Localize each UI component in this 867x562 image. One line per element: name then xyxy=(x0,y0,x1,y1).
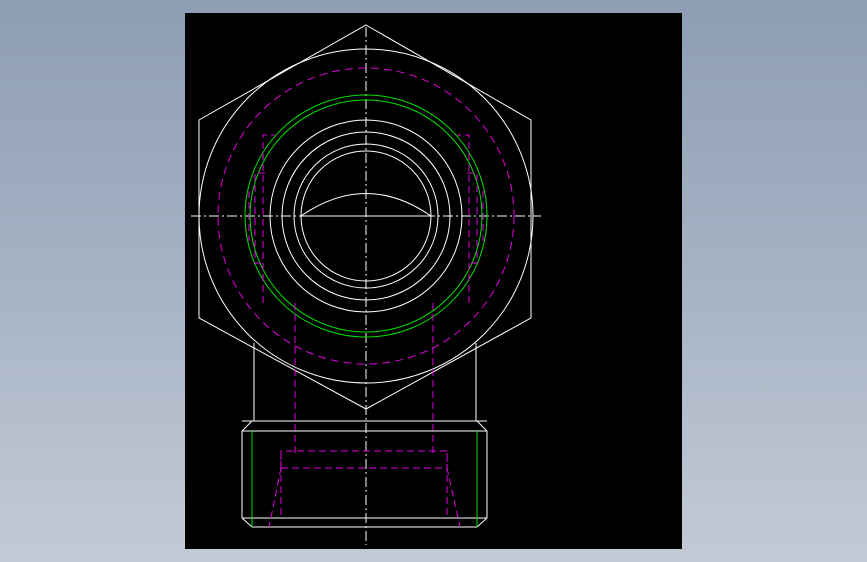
body-outline xyxy=(241,343,488,528)
center-lines xyxy=(191,27,541,545)
cad-viewport[interactable] xyxy=(185,13,682,549)
side-hidden-profile xyxy=(268,450,461,528)
side-thread-lines xyxy=(251,431,478,527)
